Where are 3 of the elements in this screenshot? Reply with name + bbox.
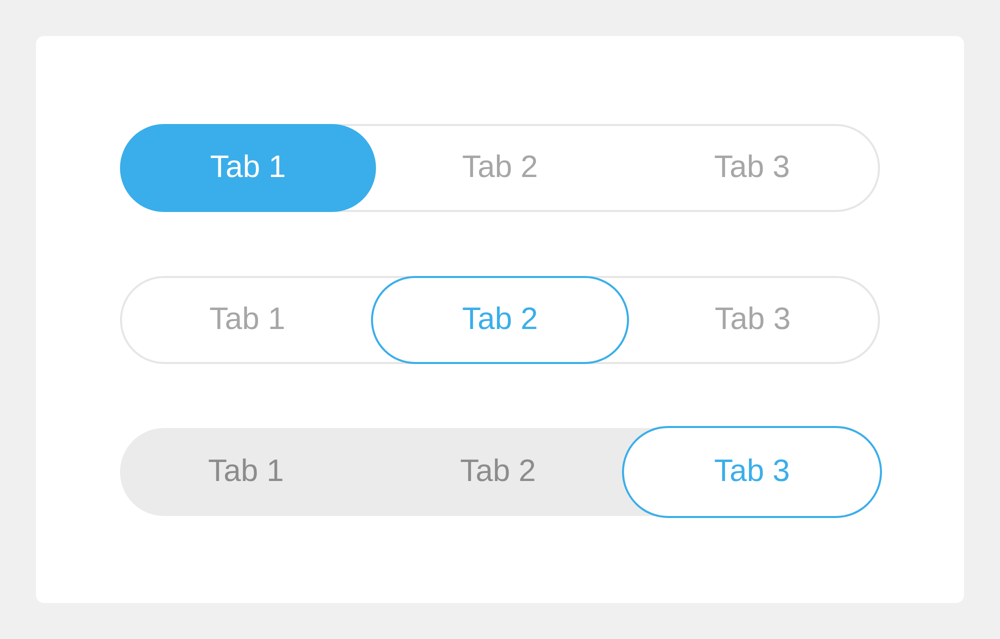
tab[interactable]: Tab 1 [120,124,376,212]
tab[interactable]: Tab 3 [622,426,882,518]
tab[interactable]: Tab 2 [370,276,630,364]
